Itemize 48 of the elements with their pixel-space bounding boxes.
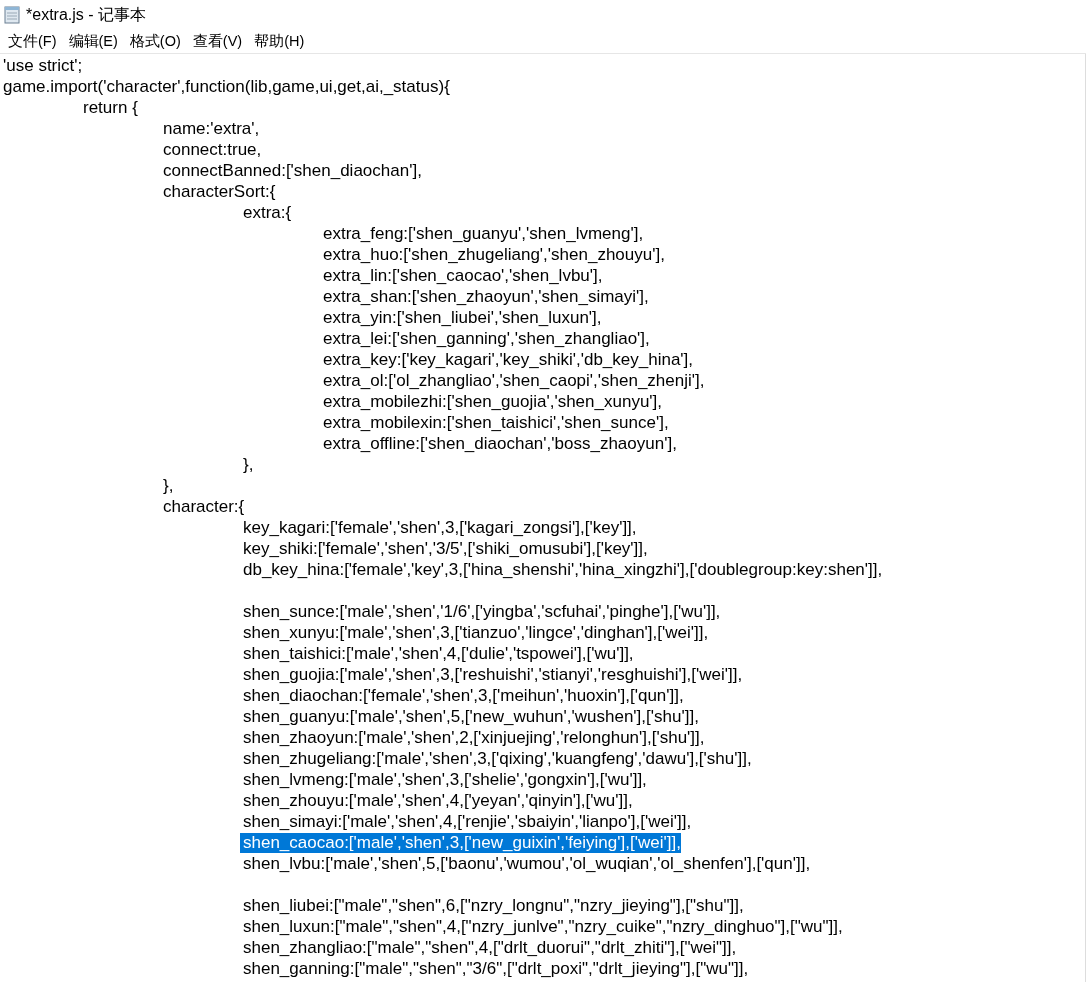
code-line: extra_ol:['ol_zhangliao','shen_caopi','shen_zhenji'], bbox=[322, 370, 705, 391]
code-line: extra:{ bbox=[242, 202, 292, 223]
code-line: characterSort:{ bbox=[162, 181, 276, 202]
code-line: return { bbox=[82, 97, 138, 118]
code-line: }, bbox=[162, 475, 174, 496]
code-line: shen_zhangliao:["male","shen",4,["drlt_duorui","drlt_zhiti"],["wei"]], bbox=[242, 937, 737, 958]
code-line: 'use strict'; bbox=[2, 55, 83, 76]
code-line: key_shiki:['female','shen','3/5',['shiki_omusubi'],['key']], bbox=[242, 538, 648, 559]
code-line: game.import('character',function(lib,game,ui,get,ai,_status){ bbox=[2, 76, 450, 97]
code-line: extra_mobilexin:['shen_taishici','shen_sunce'], bbox=[322, 412, 669, 433]
window-title: *extra.js - 记事本 bbox=[26, 4, 146, 25]
code-line: shen_guojia:['male','shen',3,['reshuishi','stianyi','resghuishi'],['wei']], bbox=[242, 664, 743, 685]
code-line: shen_zhaoyun:['male','shen',2,['xinjuejing','relonghun'],['shu']], bbox=[242, 727, 705, 748]
code-line: connectBanned:['shen_diaochan'], bbox=[162, 160, 422, 181]
code-line: shen_lvmeng:['male','shen',3,['shelie','gongxin'],['wu']], bbox=[242, 769, 647, 790]
code-line: shen_liubei:["male","shen",6,["nzry_longnu","nzry_jieying"],["shu"]], bbox=[242, 895, 744, 916]
code-line: shen_xunyu:['male','shen',3,['tianzuo','lingce','dinghan'],['wei']], bbox=[242, 622, 709, 643]
code-line: extra_feng:['shen_guanyu','shen_lvmeng'], bbox=[322, 223, 644, 244]
code-line: shen_luxun:["male","shen",4,["nzry_junlve","nzry_cuike","nzry_dinghuo"],["wu"]], bbox=[242, 916, 843, 937]
code-line: extra_shan:['shen_zhaoyun','shen_simayi'], bbox=[322, 286, 649, 307]
code-line: shen_lvbu:['male','shen',5,['baonu','wumou','ol_wuqian','ol_shenfen'],['qun']], bbox=[242, 853, 811, 874]
menu-item[interactable]: 格式(O) bbox=[123, 32, 187, 51]
code-line: name:'extra', bbox=[162, 118, 260, 139]
code-line: shen_taishici:['male','shen',4,['dulie','tspowei'],['wu']], bbox=[242, 643, 634, 664]
menu-item[interactable]: 文件(F) bbox=[2, 32, 63, 51]
code-line: shen_zhouyu:['male','shen',4,['yeyan','qinyin'],['wu']], bbox=[242, 790, 633, 811]
code-line: extra_offline:['shen_diaochan','boss_zhaoyun'], bbox=[322, 433, 677, 454]
code-line: extra_mobilezhi:['shen_guojia','shen_xunyu'], bbox=[322, 391, 663, 412]
code-line: }, bbox=[242, 454, 254, 475]
notepad-icon bbox=[4, 6, 20, 24]
code-line: connect:true, bbox=[162, 139, 262, 160]
code-line: shen_guanyu:['male','shen',5,['new_wuhun','wushen'],['shu']], bbox=[242, 706, 699, 727]
code-line: db_key_hina:['female','key',3,['hina_shenshi','hina_xingzhi'],['doublegroup:key:shen']], bbox=[242, 559, 883, 580]
code-line: extra_lin:['shen_caocao','shen_lvbu'], bbox=[322, 265, 603, 286]
code-line: character:{ bbox=[162, 496, 245, 517]
code-line: shen_simayi:['male','shen',4,['renjie','sbaiyin','lianpo'],['wei']], bbox=[242, 811, 692, 832]
code-line: shen_zhugeliang:['male','shen',3,['qixing','kuangfeng','dawu'],['shu']], bbox=[242, 748, 752, 769]
code-line: extra_huo:['shen_zhugeliang','shen_zhouyu'], bbox=[322, 244, 665, 265]
code-line: shen_sunce:['male','shen','1/6',['yingba','scfuhai','pinghe'],['wu']], bbox=[242, 601, 721, 622]
code-line: extra_key:['key_kagari','key_shiki','db_key_hina'], bbox=[322, 349, 694, 370]
menu-item[interactable]: 编辑(E) bbox=[62, 32, 124, 51]
menu-item[interactable]: 查看(V) bbox=[186, 32, 249, 51]
code-line: key_kagari:['female','shen',3,['kagari_zongsi'],['key']], bbox=[242, 517, 637, 538]
code-line: extra_lei:['shen_ganning','shen_zhangliao'], bbox=[322, 328, 650, 349]
menu-item[interactable]: 帮助(H) bbox=[248, 32, 311, 51]
code-line: shen_ganning:["male","shen","3/6",["drlt_poxi","drlt_jieying"],["wu"]], bbox=[242, 958, 749, 979]
code-line: shen_diaochan:['female','shen',3,['meihun','huoxin'],['qun']], bbox=[242, 685, 684, 706]
code-line: extra_yin:['shen_liubei','shen_luxun'], bbox=[322, 307, 602, 328]
